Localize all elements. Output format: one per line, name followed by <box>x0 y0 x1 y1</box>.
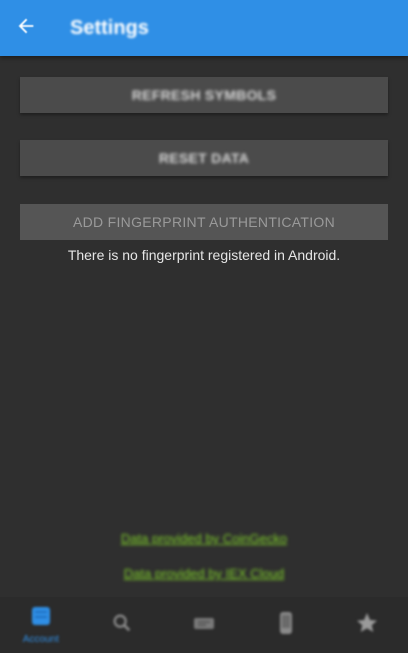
nav-item-favorites[interactable] <box>326 597 408 653</box>
nav-item-tickets[interactable] <box>163 597 245 653</box>
refresh-symbols-label: REFRESH SYMBOLS <box>131 87 277 103</box>
nav-item-device[interactable] <box>245 597 327 653</box>
settings-screen: Settings REFRESH SYMBOLS RESET DATA ADD … <box>0 0 408 653</box>
fingerprint-status-text: There is no fingerprint registered in An… <box>67 247 341 263</box>
add-fingerprint-button[interactable]: ADD FINGERPRINT AUTHENTICATION <box>20 204 388 240</box>
star-icon <box>355 611 379 640</box>
reset-data-button[interactable]: RESET DATA <box>20 140 388 176</box>
refresh-symbols-button[interactable]: REFRESH SYMBOLS <box>20 77 388 113</box>
page-title: Settings <box>70 16 149 39</box>
arrow-left-icon <box>15 15 37 42</box>
bottom-navigation: Account <box>0 597 408 653</box>
reset-data-label: RESET DATA <box>158 150 250 166</box>
back-button[interactable] <box>0 0 52 56</box>
add-fingerprint-label: ADD FINGERPRINT AUTHENTICATION <box>72 214 336 230</box>
nav-label-account: Account <box>22 634 59 645</box>
coingecko-link[interactable]: Data provided by CoinGecko <box>0 531 408 546</box>
ticket-icon <box>192 613 216 638</box>
device-icon <box>276 610 296 641</box>
app-bar: Settings <box>0 0 408 56</box>
portfolio-icon <box>29 605 53 632</box>
iex-cloud-link[interactable]: Data provided by IEX Cloud <box>0 566 408 581</box>
nav-item-account[interactable]: Account <box>0 597 82 653</box>
search-icon <box>111 612 133 639</box>
nav-item-search[interactable] <box>82 597 164 653</box>
